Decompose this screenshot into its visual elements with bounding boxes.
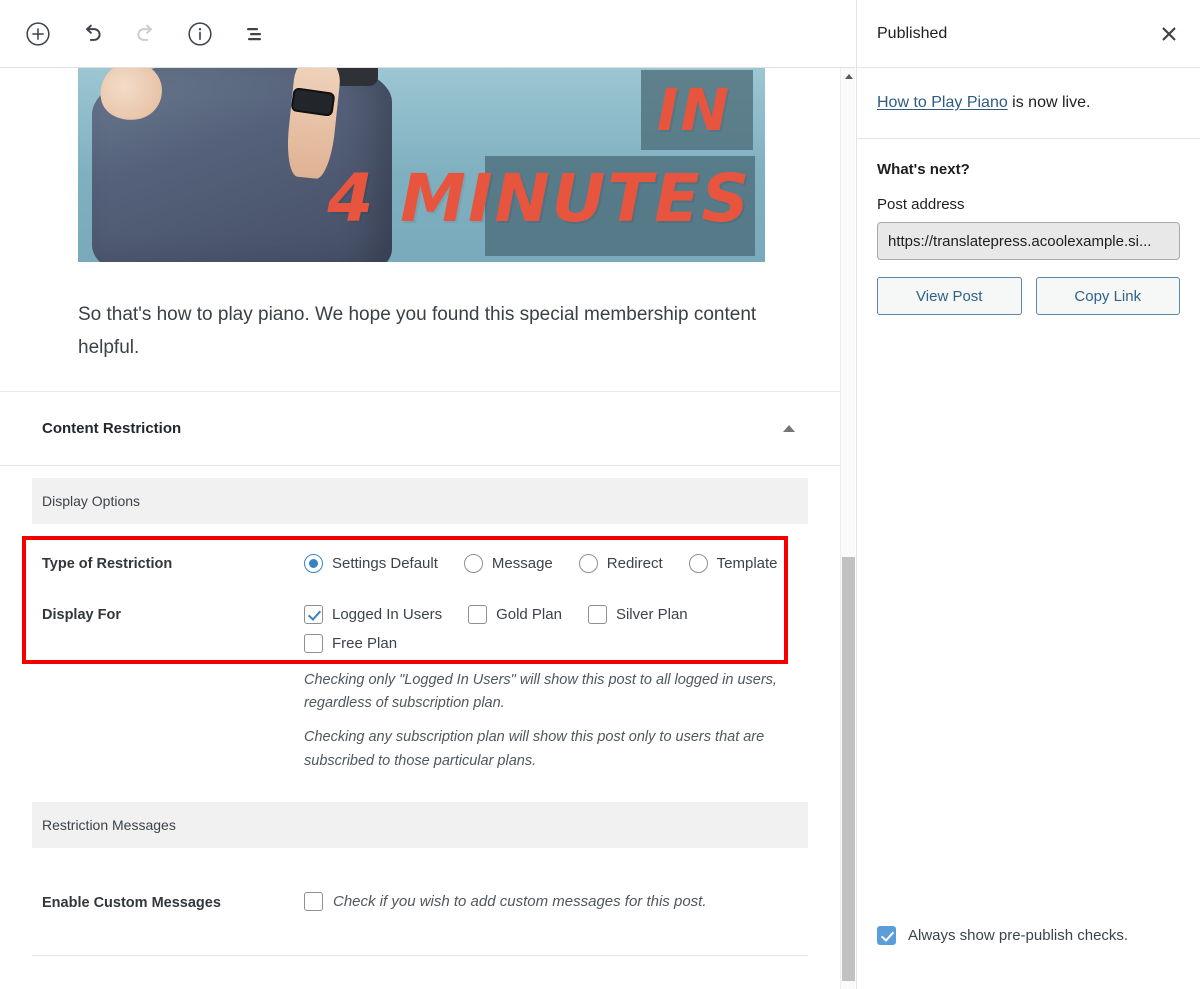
metabox-collapse-toggle[interactable] bbox=[778, 417, 800, 439]
type-of-restriction-radio-group: Settings Default Message Redirect Templa… bbox=[304, 553, 840, 573]
redo-button[interactable] bbox=[124, 12, 168, 56]
image-overlay-text-in: IN bbox=[656, 76, 731, 144]
checkbox-label-silver-plan: Silver Plan bbox=[615, 605, 688, 623]
radio-redirect[interactable]: Redirect bbox=[578, 553, 663, 573]
publish-action-buttons: View Post Copy Link bbox=[877, 277, 1180, 316]
display-options-section-header: Display Options bbox=[32, 477, 808, 524]
metabox-title: Content Restriction bbox=[42, 419, 182, 437]
display-for-row: Display For Logged In Users Gold Plan Si… bbox=[0, 573, 840, 653]
list-view-button[interactable] bbox=[232, 12, 276, 56]
enable-custom-messages-label: Enable Custom Messages bbox=[42, 894, 221, 911]
checkbox-free-plan[interactable]: Free Plan bbox=[304, 633, 840, 653]
checkbox-icon-silver-plan bbox=[587, 604, 607, 624]
checkbox-silver-plan[interactable]: Silver Plan bbox=[587, 604, 688, 624]
scrollbar-thumb[interactable] bbox=[842, 557, 855, 981]
details-button[interactable] bbox=[178, 12, 222, 56]
editor-scrollbar[interactable] bbox=[840, 68, 855, 989]
checkbox-label-gold-plan: Gold Plan bbox=[496, 605, 562, 623]
undo-icon bbox=[86, 24, 101, 41]
editor-canvas: IN 4 MINUTES So that's how to play piano… bbox=[0, 68, 855, 989]
help-text-2: Checking any subscription plan will show… bbox=[304, 729, 765, 770]
radio-icon-template bbox=[688, 553, 708, 573]
post-address-label: Post address bbox=[877, 196, 965, 214]
checkbox-icon-gold-plan bbox=[468, 604, 488, 624]
checkbox-icon-always-show-prepublish bbox=[877, 926, 896, 945]
scrollbar-up-arrow[interactable] bbox=[841, 68, 856, 84]
restriction-messages-section-header: Restriction Messages bbox=[32, 802, 808, 849]
display-options-label: Display Options bbox=[42, 492, 141, 509]
chevron-up-icon bbox=[783, 424, 795, 432]
radio-settings-default[interactable]: Settings Default bbox=[304, 553, 438, 573]
close-publish-panel-button[interactable] bbox=[1152, 17, 1186, 51]
restriction-messages-label: Restriction Messages bbox=[42, 817, 176, 834]
whats-next-section: What's next? Post address https://transl… bbox=[857, 139, 1200, 316]
checkbox-label-logged-in-users: Logged In Users bbox=[332, 605, 443, 623]
checkbox-enable-custom-messages[interactable]: Check if you wish to add custom messages… bbox=[304, 892, 707, 912]
checkbox-logged-in-users[interactable]: Logged In Users bbox=[304, 604, 443, 624]
type-of-restriction-row: Type of Restriction Settings Default Mes… bbox=[0, 536, 840, 573]
published-post-link[interactable]: How to Play Piano bbox=[877, 94, 1008, 111]
radio-label-redirect: Redirect bbox=[606, 554, 663, 572]
triangle-up-icon bbox=[844, 73, 853, 79]
radio-icon-redirect bbox=[578, 553, 598, 573]
radio-label-settings-default: Settings Default bbox=[332, 554, 438, 572]
radio-label-message: Message bbox=[491, 554, 553, 572]
display-for-checkbox-group: Logged In Users Gold Plan Silver Plan Fr… bbox=[304, 604, 840, 653]
post-image-block[interactable]: IN 4 MINUTES bbox=[78, 68, 765, 262]
display-for-label: Display For bbox=[42, 606, 121, 623]
post-content-area: IN 4 MINUTES So that's how to play piano… bbox=[0, 68, 840, 392]
plus-circle-icon bbox=[26, 21, 50, 46]
image-overlay-text-minutes: 4 MINUTES bbox=[327, 160, 751, 237]
prepublish-checks-row[interactable]: Always show pre-publish checks. bbox=[857, 926, 1200, 989]
radio-message[interactable]: Message bbox=[463, 553, 553, 573]
metabox-bottom-divider bbox=[32, 955, 808, 957]
radio-icon-settings-default bbox=[304, 553, 323, 573]
enable-custom-messages-row: Enable Custom Messages Check if you wish… bbox=[0, 892, 840, 912]
close-icon bbox=[1162, 27, 1176, 40]
checkbox-icon-free-plan bbox=[304, 633, 323, 653]
add-block-button[interactable] bbox=[16, 12, 60, 56]
checkbox-label-free-plan: Free Plan bbox=[332, 634, 398, 652]
display-for-help-text: Checking only "Logged In Users" will sho… bbox=[304, 669, 804, 775]
gutenberg-editor-window: IN 4 MINUTES So that's how to play piano… bbox=[0, 0, 1200, 989]
radio-icon-message bbox=[463, 553, 483, 573]
checkbox-label-always-show-prepublish: Always show pre-publish checks. bbox=[908, 927, 1129, 944]
post-paragraph-block[interactable]: So that's how to play piano. We hope you… bbox=[78, 298, 765, 365]
post-live-notice: How to Play Piano is now live. bbox=[857, 68, 1200, 140]
content-restriction-metabox: Content Restriction Display Options Type… bbox=[0, 391, 840, 957]
metabox-header[interactable]: Content Restriction bbox=[0, 392, 840, 466]
editor-toolbar bbox=[0, 0, 855, 68]
publish-panel-header: Published bbox=[857, 0, 1200, 68]
whats-next-heading: What's next? bbox=[877, 161, 970, 179]
type-of-restriction-label: Type of Restriction bbox=[42, 555, 173, 572]
undo-button[interactable] bbox=[70, 12, 114, 56]
redo-icon bbox=[137, 24, 152, 41]
checkbox-icon-logged-in-users bbox=[304, 604, 323, 624]
radio-template[interactable]: Template bbox=[688, 553, 778, 573]
publish-sidebar: Published How to Play Piano is now live.… bbox=[856, 0, 1200, 989]
checkbox-gold-plan[interactable]: Gold Plan bbox=[468, 604, 562, 624]
radio-label-template: Template bbox=[716, 554, 778, 572]
published-post-suffix: is now live. bbox=[1007, 94, 1091, 111]
display-options-body: Type of Restriction Settings Default Mes… bbox=[0, 535, 840, 775]
help-text-1: Checking only "Logged In Users" will sho… bbox=[304, 671, 777, 712]
copy-link-button[interactable]: Copy Link bbox=[1035, 277, 1180, 316]
post-address-input[interactable]: https://translatepress.acoolexample.si..… bbox=[877, 222, 1180, 261]
info-circle-icon bbox=[188, 21, 212, 46]
publish-panel-title: Published bbox=[877, 24, 948, 42]
checkbox-icon-enable-custom-messages bbox=[304, 892, 323, 912]
list-view-icon bbox=[247, 27, 261, 40]
view-post-button[interactable]: View Post bbox=[877, 277, 1022, 316]
checkbox-label-enable-custom-messages: Check if you wish to add custom messages… bbox=[333, 893, 707, 911]
